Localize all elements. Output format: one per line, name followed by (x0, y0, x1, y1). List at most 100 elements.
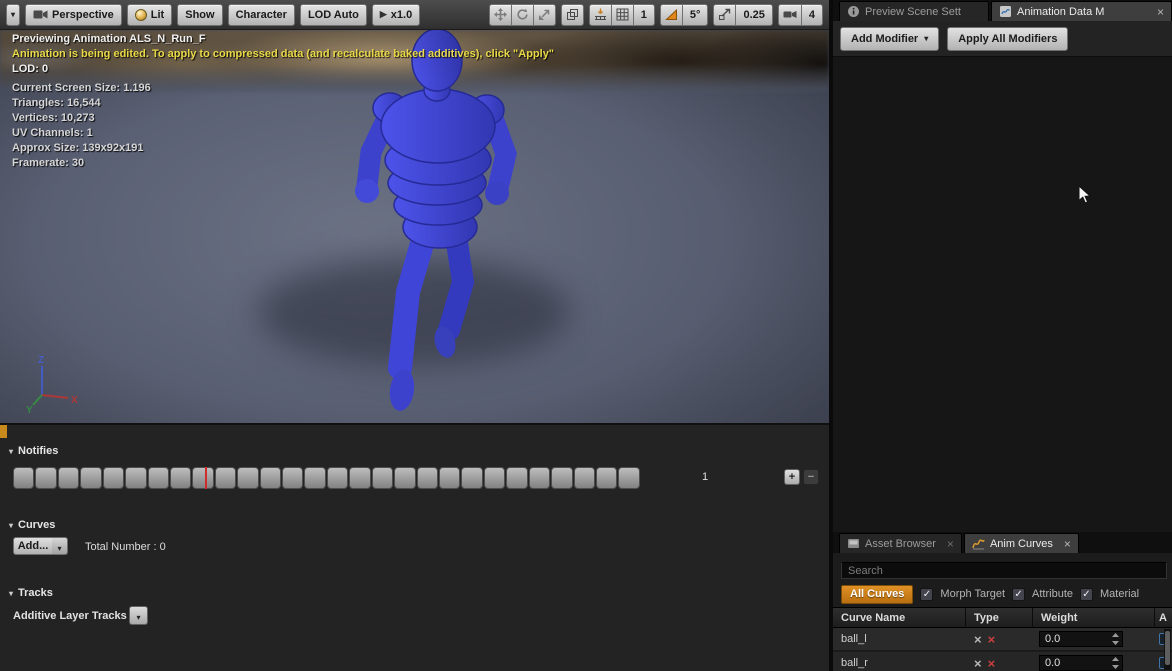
character-button[interactable]: Character (228, 4, 295, 26)
scale-snap-value-button[interactable]: 0.25 (736, 4, 772, 26)
translate-tool-button[interactable] (489, 4, 512, 26)
delete-curve-icon[interactable]: × (988, 657, 996, 670)
tab-anim-curves[interactable]: Anim Curves × (964, 533, 1079, 553)
rotation-snap-value-button[interactable]: 5° (683, 4, 709, 26)
lod-auto-label: LOD Auto (308, 9, 359, 21)
notify-track-segment[interactable] (349, 467, 370, 489)
scale-tool-button[interactable] (534, 4, 556, 26)
tab-preview-scene-settings[interactable]: Preview Scene Sett (839, 1, 989, 21)
notify-track-segment[interactable] (215, 467, 236, 489)
tracks-section-header[interactable]: ▾ Tracks (9, 587, 53, 599)
column-auto[interactable]: A (1155, 608, 1172, 627)
tab-animation-data-modifiers[interactable]: Animation Data M × (991, 1, 1172, 21)
viewport-options-button[interactable]: ▾ (6, 4, 20, 26)
notify-track-segment[interactable] (125, 467, 146, 489)
remove-notify-track-button[interactable]: − (803, 469, 819, 485)
spinner-icon[interactable] (1111, 656, 1120, 670)
notify-track-segment[interactable] (80, 467, 101, 489)
notify-track-segment[interactable] (461, 467, 482, 489)
delete-curve-icon[interactable]: × (988, 633, 996, 646)
notify-track-segment[interactable] (551, 467, 572, 489)
notify-track-segment[interactable] (35, 467, 56, 489)
notify-track-segment[interactable] (596, 467, 617, 489)
attribute-checkbox[interactable]: ✓ (1012, 588, 1025, 601)
notify-track-segment[interactable] (260, 467, 281, 489)
camera-speed-button[interactable] (778, 4, 802, 26)
coordinate-space-button[interactable] (561, 4, 584, 26)
axis-x-label: X (71, 395, 78, 406)
spinner-icon[interactable] (1111, 632, 1120, 646)
grid-snap-value-button[interactable]: 1 (634, 4, 655, 26)
apply-all-modifiers-button[interactable]: Apply All Modifiers (947, 27, 1068, 51)
lit-mode-button[interactable]: Lit (127, 4, 172, 26)
add-modifier-button[interactable]: Add Modifier ▾ (840, 27, 939, 51)
tab-asset-browser[interactable]: Asset Browser × (839, 533, 962, 553)
material-checkbox[interactable]: ✓ (1080, 588, 1093, 601)
notify-track-segment[interactable] (618, 467, 639, 489)
all-curves-filter-button[interactable]: All Curves (841, 585, 913, 604)
close-tab-icon[interactable]: × (1151, 5, 1164, 19)
notify-track-segment[interactable] (529, 467, 550, 489)
lod-auto-button[interactable]: LOD Auto (300, 4, 367, 26)
close-tab-icon[interactable]: × (941, 537, 954, 551)
notify-track-segment[interactable] (439, 467, 460, 489)
notify-track-segment[interactable] (506, 467, 527, 489)
curve-row-ball-l[interactable]: ball_l × × 0.0 (833, 628, 1172, 651)
timeline-playhead[interactable] (205, 467, 207, 489)
notify-track-segment[interactable] (304, 467, 325, 489)
remove-curve-icon[interactable]: × (974, 633, 982, 646)
notify-track-segment[interactable] (103, 467, 124, 489)
search-input[interactable] (841, 562, 1167, 579)
notify-track-segment[interactable] (282, 467, 303, 489)
rotation-snap-toggle-button[interactable] (660, 4, 683, 26)
vertices-text: Vertices: 10,273 (12, 111, 554, 126)
additive-tracks-dropdown-button[interactable]: ▾ (129, 606, 148, 625)
viewport-stats-overlay: Previewing Animation ALS_N_Run_F Animati… (12, 32, 554, 171)
viewport-canvas[interactable]: Previewing Animation ALS_N_Run_F Animati… (0, 30, 829, 423)
curves-section-header[interactable]: ▾ Curves (9, 519, 55, 531)
scale-snap-toggle-button[interactable] (713, 4, 736, 26)
notify-track-segment[interactable] (192, 467, 213, 489)
playback-speed-button[interactable]: ▶ x1.0 (372, 4, 420, 26)
morph-target-label: Morph Target (940, 588, 1005, 600)
notify-track-segment[interactable] (574, 467, 595, 489)
add-curve-dropdown-button[interactable]: ▾ (52, 537, 68, 555)
viewport-toolbar: ▾ Perspective Lit Show Character LOD Aut… (0, 0, 829, 30)
notify-track-segment[interactable] (170, 467, 191, 489)
surface-snap-button[interactable] (589, 4, 612, 26)
weight-input[interactable]: 0.0 (1039, 655, 1123, 671)
morph-target-checkbox[interactable]: ✓ (920, 588, 933, 601)
curve-row-ball-r[interactable]: ball_r × × 0.0 (833, 652, 1172, 671)
table-scrollbar[interactable] (1164, 629, 1171, 670)
add-curve-button[interactable]: Add... (13, 537, 53, 555)
scrollbar-thumb[interactable] (1165, 631, 1170, 665)
notify-track-segment[interactable] (484, 467, 505, 489)
camera-speed-value-button[interactable]: 4 (802, 4, 823, 26)
weight-input[interactable]: 0.0 (1039, 631, 1123, 647)
column-weight[interactable]: Weight (1033, 608, 1155, 627)
notify-track-segment[interactable] (13, 467, 34, 489)
add-notify-track-button[interactable]: + (784, 469, 800, 485)
additive-layer-tracks-label: Additive Layer Tracks (13, 610, 127, 622)
curve-table-header: Curve Name Type Weight A (833, 607, 1172, 628)
column-type[interactable]: Type (966, 608, 1033, 627)
notify-track-segment[interactable] (58, 467, 79, 489)
perspective-button[interactable]: Perspective (25, 4, 122, 26)
grid-snap-toggle-button[interactable] (612, 4, 634, 26)
show-button[interactable]: Show (177, 4, 222, 26)
notify-track-segment[interactable] (237, 467, 258, 489)
mouse-cursor (1078, 185, 1092, 205)
notify-track[interactable] (13, 467, 641, 489)
scale-snap-icon (718, 8, 731, 21)
notify-track-segment[interactable] (148, 467, 169, 489)
notifies-section-header[interactable]: ▾ Notifies (9, 445, 58, 457)
close-tab-icon[interactable]: × (1058, 537, 1071, 551)
notify-track-segment[interactable] (394, 467, 415, 489)
notify-track-segment[interactable] (372, 467, 393, 489)
column-curve-name[interactable]: Curve Name (833, 608, 966, 627)
notify-track-segment[interactable] (327, 467, 348, 489)
check-icon: ✓ (1082, 589, 1090, 600)
remove-curve-icon[interactable]: × (974, 657, 982, 670)
rotate-tool-button[interactable] (512, 4, 534, 26)
notify-track-segment[interactable] (417, 467, 438, 489)
